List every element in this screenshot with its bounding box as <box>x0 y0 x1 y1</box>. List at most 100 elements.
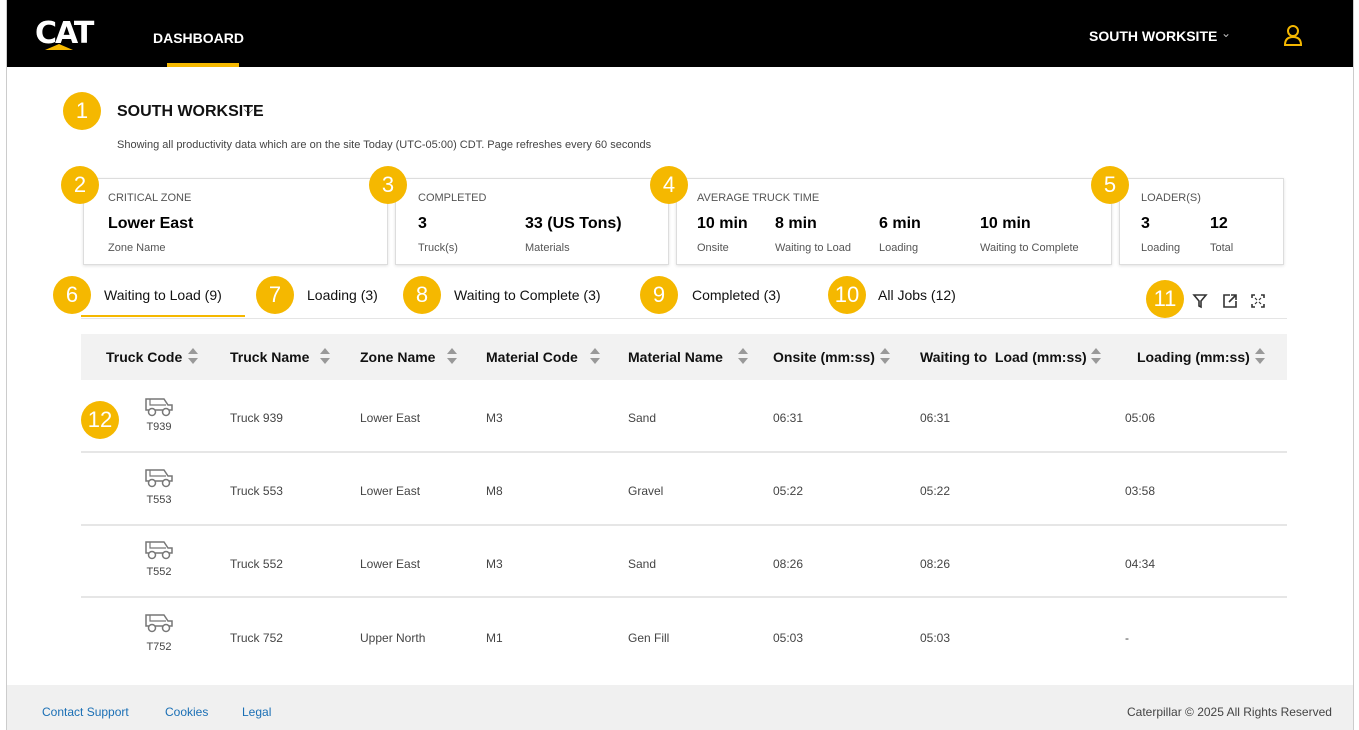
column-header-waiting-to-load[interactable]: Waiting to Load (mm:ss) <box>920 349 1087 365</box>
annotation-badge-10: 10 <box>828 276 866 314</box>
card-sublabel: Zone Name <box>108 242 166 254</box>
cell-material-name: Sand <box>628 557 657 571</box>
card-value: 10 min <box>980 215 1031 232</box>
card-sublabel: Waiting to Load <box>775 242 852 254</box>
column-header-loading[interactable]: Loading (mm:ss) <box>1137 349 1250 365</box>
user-profile-icon[interactable] <box>1283 24 1303 46</box>
dump-truck-icon <box>145 398 173 417</box>
cell-waiting: 06:31 <box>920 411 951 425</box>
truck-code[interactable]: T752 <box>139 641 179 653</box>
sort-icon[interactable] <box>319 346 331 366</box>
loaders-card: LOADER(S) 3 Loading 12 Total <box>1119 178 1284 265</box>
top-navigation-bar: CAT DASHBOARD SOUTH WORKSITE ⌄ <box>7 0 1353 67</box>
annotation-badge-3: 3 <box>369 166 407 204</box>
card-sublabel: Loading <box>1141 242 1181 254</box>
cell-waiting: 08:26 <box>920 557 951 571</box>
truck-code[interactable]: T553 <box>139 494 179 506</box>
tab-loading[interactable]: Loading (3) <box>307 287 378 303</box>
top-site-selector[interactable]: SOUTH WORKSITE <box>1089 28 1217 44</box>
sort-icon[interactable] <box>879 346 891 366</box>
cell-material-code: M3 <box>486 557 503 571</box>
cell-material-code: M3 <box>486 411 503 425</box>
row-divider <box>81 451 1287 453</box>
annotation-badge-9: 9 <box>640 276 678 314</box>
column-header-onsite[interactable]: Onsite (mm:ss) <box>773 349 875 365</box>
column-header-material-code[interactable]: Material Code <box>486 349 578 365</box>
legal-link[interactable]: Legal <box>242 705 271 719</box>
column-header-truck-name[interactable]: Truck Name <box>230 349 309 365</box>
annotation-badge-2: 2 <box>61 166 99 204</box>
critical-zone-card: CRITICAL ZONE Lower East Zone Name <box>83 178 388 265</box>
cookies-link[interactable]: Cookies <box>165 705 208 719</box>
external-link-icon[interactable] <box>1221 292 1239 310</box>
card-value: 3 <box>1141 215 1150 232</box>
cell-material-name: Sand <box>628 411 657 425</box>
annotation-badge-11: 11 <box>1146 280 1184 318</box>
cell-waiting: 05:22 <box>920 484 951 498</box>
card-value: 12 <box>1210 215 1228 232</box>
chevron-down-icon[interactable]: ⌵ <box>244 103 253 118</box>
cell-onsite: 08:26 <box>773 557 804 571</box>
cell-truck-name: Truck 752 <box>230 631 283 645</box>
card-label: LOADER(S) <box>1141 192 1201 204</box>
copyright-text: Caterpillar © 2025 All Rights Reserved <box>1127 705 1332 719</box>
site-title[interactable]: SOUTH WORKSITE <box>117 103 264 121</box>
nav-active-indicator <box>167 63 239 67</box>
card-value: 6 min <box>879 215 921 232</box>
sort-icon[interactable] <box>737 346 749 366</box>
sort-icon[interactable] <box>589 346 601 366</box>
cell-zone-name: Lower East <box>360 484 421 498</box>
sort-icon[interactable] <box>1254 346 1266 366</box>
dump-truck-icon <box>145 541 173 560</box>
annotation-badge-6: 6 <box>53 276 91 314</box>
cell-zone-name: Lower East <box>360 411 421 425</box>
card-value: 33 (US Tons) <box>525 215 622 232</box>
column-header-truck-code[interactable]: Truck Code <box>106 349 182 365</box>
tab-waiting-to-complete[interactable]: Waiting to Complete (3) <box>454 287 601 303</box>
card-value: 3 <box>418 215 427 232</box>
sort-icon[interactable] <box>1090 346 1102 366</box>
truck-code[interactable]: T939 <box>139 421 179 433</box>
cell-zone-name: Upper North <box>360 631 426 645</box>
cell-material-name: Gravel <box>628 484 664 498</box>
annotation-badge-7: 7 <box>256 276 294 314</box>
annotation-badge-4: 4 <box>650 166 688 204</box>
truck-code[interactable]: T552 <box>139 566 179 578</box>
card-value: Lower East <box>108 215 194 232</box>
contact-support-link[interactable]: Contact Support <box>42 705 129 719</box>
tab-waiting-to-load[interactable]: Waiting to Load (9) <box>104 287 222 303</box>
cat-logo-triangle <box>45 44 73 50</box>
row-divider <box>81 596 1287 598</box>
cell-loading: - <box>1125 631 1129 645</box>
filter-icon[interactable] <box>1191 292 1209 310</box>
dump-truck-icon <box>145 614 173 633</box>
annotation-badge-12: 12 <box>81 401 119 439</box>
app-frame: CAT DASHBOARD SOUTH WORKSITE ⌄ 1 SOUTH W… <box>6 0 1354 730</box>
dump-truck-icon <box>145 469 173 488</box>
cell-material-code: M1 <box>486 631 503 645</box>
card-label: CRITICAL ZONE <box>108 192 192 204</box>
card-sublabel: Truck(s) <box>418 242 458 254</box>
fullscreen-icon[interactable] <box>1249 292 1267 310</box>
cell-onsite: 05:22 <box>773 484 804 498</box>
sort-icon[interactable] <box>446 346 458 366</box>
annotation-badge-8: 8 <box>403 276 441 314</box>
card-sublabel: Waiting to Complete <box>980 242 1079 254</box>
column-header-material-name[interactable]: Material Name <box>628 349 723 365</box>
chevron-down-icon[interactable]: ⌄ <box>1221 26 1231 40</box>
card-sublabel: Materials <box>525 242 570 254</box>
card-sublabel: Total <box>1210 242 1234 254</box>
nav-dashboard-link[interactable]: DASHBOARD <box>153 30 244 46</box>
tab-completed[interactable]: Completed (3) <box>692 287 781 303</box>
tab-all-jobs[interactable]: All Jobs (12) <box>878 287 956 303</box>
column-header-zone-name[interactable]: Zone Name <box>360 349 435 365</box>
completed-card: COMPLETED 3 Truck(s) 33 (US Tons) Materi… <box>395 178 669 265</box>
cell-zone-name: Lower East <box>360 557 421 571</box>
tabs-divider <box>81 318 1287 319</box>
sort-icon[interactable] <box>187 346 199 366</box>
annotation-badge-5: 5 <box>1091 166 1129 204</box>
annotation-badge-1: 1 <box>63 92 101 130</box>
card-label: AVERAGE TRUCK TIME <box>697 192 820 204</box>
average-truck-time-card: AVERAGE TRUCK TIME 10 min Onsite 8 min W… <box>676 178 1112 265</box>
cell-loading: 03:58 <box>1125 484 1156 498</box>
